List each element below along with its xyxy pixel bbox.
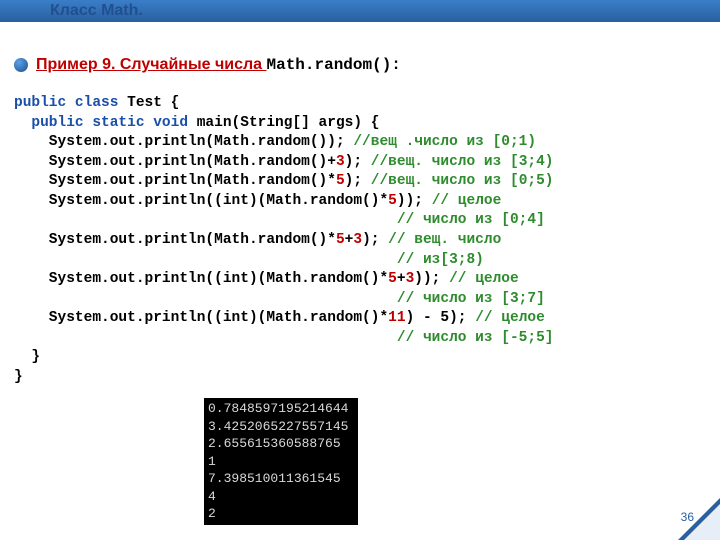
out-line: 2	[208, 506, 216, 521]
cm: // целое	[432, 193, 502, 209]
cm: //вещ. число из [3;4)	[371, 154, 554, 170]
n: 5	[388, 271, 397, 287]
slide-title: Класс Math.	[50, 2, 143, 20]
t: Test {	[118, 95, 179, 111]
t: System.out.println((int)(Math.random()*	[14, 310, 388, 326]
n: 5	[388, 193, 397, 209]
out-line: 7.398510011361545	[208, 471, 341, 486]
n: 3	[406, 271, 415, 287]
code-block: public class Test { public static void m…	[14, 94, 706, 387]
cm: //вещ. число из [0;5)	[371, 173, 554, 189]
t: +	[397, 271, 406, 287]
t: ));	[397, 193, 432, 209]
cm: // число из [3;7]	[14, 291, 545, 307]
cm: // целое	[475, 310, 545, 326]
t: }	[14, 349, 40, 365]
t: System.out.println(Math.random());	[14, 134, 353, 150]
out-line: 1	[208, 454, 216, 469]
out-line: 4	[208, 489, 216, 504]
n: 5	[336, 232, 345, 248]
n: 3	[353, 232, 362, 248]
page-curl-icon	[678, 498, 720, 540]
t: System.out.println((int)(Math.random()*	[14, 271, 388, 287]
n: 5	[336, 173, 345, 189]
t: }	[14, 369, 23, 385]
t: System.out.println(Math.random()*	[14, 173, 336, 189]
console-output: 0.7848597195214644 3.4252065227557145 2.…	[204, 398, 358, 525]
example-code: Math.random():	[266, 56, 400, 74]
cm: // целое	[449, 271, 519, 287]
t: System.out.println(Math.random()+	[14, 154, 336, 170]
bullet-icon	[14, 58, 28, 72]
n: 11	[388, 310, 405, 326]
out-line: 0.7848597195214644	[208, 401, 348, 416]
t: );	[345, 173, 371, 189]
t: );	[362, 232, 388, 248]
cm: // число из [0;4]	[14, 212, 545, 228]
t: System.out.println((int)(Math.random()*	[14, 193, 388, 209]
slide-content: Пример 9. Случайные числа Math.random():…	[14, 56, 706, 387]
out-line: 3.4252065227557145	[208, 419, 348, 434]
example-text: Пример 9. Случайные числа Math.random():	[36, 56, 401, 74]
t: ) - 5);	[406, 310, 476, 326]
example-label: Пример 9. Случайные числа	[36, 56, 266, 73]
out-line: 2.655615360588765	[208, 436, 341, 451]
n: 3	[336, 154, 345, 170]
t: main(String[] args) {	[188, 115, 379, 131]
t: );	[345, 154, 371, 170]
cm: // вещ. число	[388, 232, 501, 248]
example-heading: Пример 9. Случайные числа Math.random():	[14, 56, 706, 74]
kw: public static void	[14, 115, 188, 131]
t: ));	[414, 271, 449, 287]
cm: // из[3;8)	[14, 252, 484, 268]
t: System.out.println(Math.random()*	[14, 232, 336, 248]
cm: //вещ .число из [0;1)	[353, 134, 536, 150]
cm: // число из [-5;5]	[14, 330, 554, 346]
kw: public class	[14, 95, 118, 111]
